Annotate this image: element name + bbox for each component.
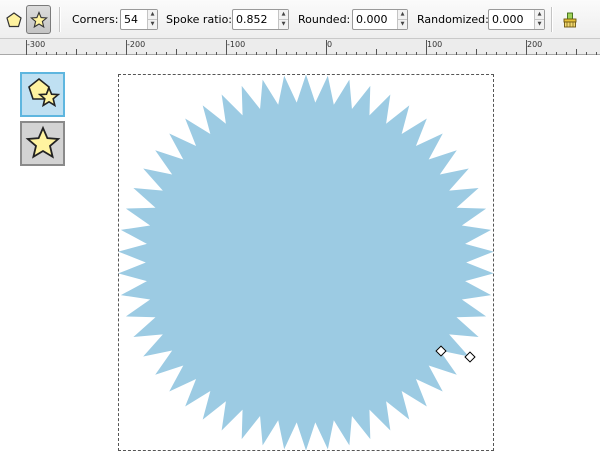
star-polygon[interactable] (118, 74, 494, 451)
spoke-ratio-decrement-arrow[interactable]: ▼ (279, 19, 288, 29)
spoke-ratio-value[interactable]: 0.852 (233, 10, 278, 29)
star-tool-controls-bar: Corners: 54 ▲ ▼ Spoke ratio: 0.852 ▲ ▼ Rou… (0, 0, 600, 39)
spoke-ratio-label: Spoke ratio: (166, 13, 233, 26)
spoke-ratio-spinbox[interactable]: 0.852 ▲ ▼ (232, 9, 289, 30)
reset-defaults-button[interactable] (557, 5, 582, 34)
ruler-label: 100 (427, 40, 443, 49)
corners-increment-arrow[interactable]: ▲ (148, 10, 157, 19)
polygon-and-star-icon (27, 77, 60, 107)
horizontal-ruler[interactable]: -300 -200 -100 0 100 200 (0, 39, 600, 55)
corners-spinbox[interactable]: 54 ▲ ▼ (120, 9, 158, 30)
star-icon (25, 125, 60, 159)
star-shape[interactable] (118, 74, 494, 451)
ruler-label: -300 (27, 40, 46, 49)
drawing-canvas[interactable] (0, 55, 600, 475)
polygon-mode-button[interactable] (1, 5, 26, 34)
corners-value[interactable]: 54 (121, 10, 147, 29)
randomized-value[interactable]: 0.000 (489, 10, 534, 29)
rounded-increment-arrow[interactable]: ▲ (398, 10, 407, 19)
star-icon (29, 10, 48, 28)
rounded-value[interactable]: 0.000 (353, 10, 397, 29)
ruler-label: 200 (527, 40, 543, 49)
randomized-label: Randomized: (417, 13, 489, 26)
star-mode-button[interactable] (26, 5, 51, 34)
star-style-button[interactable] (20, 121, 65, 166)
ruler-label: 0 (327, 40, 333, 49)
rounded-spinbox[interactable]: 0.000 ▲ ▼ (352, 9, 408, 30)
randomized-spinbox[interactable]: 0.000 ▲ ▼ (488, 9, 545, 30)
corners-decrement-arrow[interactable]: ▼ (148, 19, 157, 29)
corners-label: Corners: (72, 13, 119, 26)
reset-defaults-icon (563, 12, 576, 27)
rounded-decrement-arrow[interactable]: ▼ (398, 19, 407, 29)
spoke-ratio-increment-arrow[interactable]: ▲ (279, 10, 288, 19)
polygon-icon (5, 11, 22, 27)
ruler-label: -100 (227, 40, 246, 49)
randomized-decrement-arrow[interactable]: ▼ (535, 19, 544, 29)
polygon-and-star-style-button[interactable] (20, 72, 65, 117)
ruler-ticks (26, 40, 597, 55)
toolbar-separator (59, 7, 61, 32)
rounded-label: Rounded: (298, 13, 351, 26)
randomized-increment-arrow[interactable]: ▲ (535, 10, 544, 19)
toolbar-separator (551, 7, 553, 32)
ruler-label: -200 (127, 40, 146, 49)
